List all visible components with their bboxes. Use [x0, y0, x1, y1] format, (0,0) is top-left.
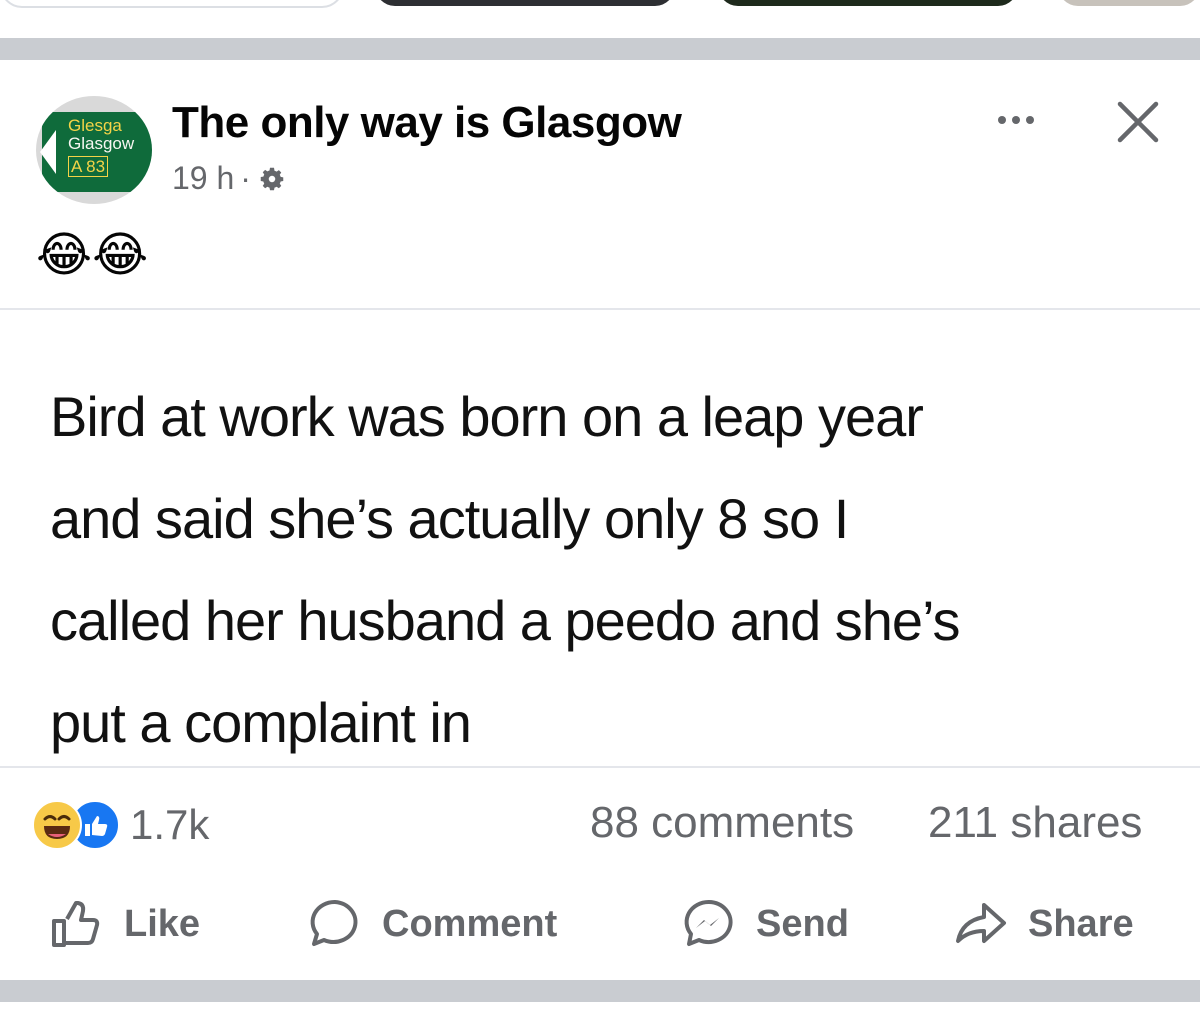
like-button[interactable]: Like — [48, 895, 200, 953]
previous-post-edge — [0, 0, 344, 8]
road-sign-image: Glesga Glasgow A 83 — [40, 112, 152, 192]
post-time[interactable]: 19 h — [172, 160, 234, 197]
image-bottom-divider — [0, 766, 1200, 768]
haha-reaction-icon — [32, 800, 82, 850]
more-icon — [998, 116, 1006, 124]
avatar-sign-line: Glesga — [68, 116, 122, 135]
reaction-count: 1.7k — [130, 801, 210, 848]
share-label: Share — [1028, 902, 1134, 945]
send-label: Send — [756, 902, 849, 945]
comment-icon — [310, 899, 358, 946]
page-avatar[interactable]: Glesga Glasgow A 83 — [36, 96, 152, 204]
post-meta: 19 h · — [172, 160, 287, 197]
share-icon — [956, 903, 1006, 943]
post-image-text[interactable]: Bird at work was born on a leap year and… — [50, 366, 1170, 774]
post-caption: 😂😂 — [36, 229, 149, 282]
comment-button[interactable]: Comment — [306, 895, 557, 953]
previous-story-thumb — [375, 0, 675, 6]
comments-count-link[interactable]: 88 comments — [590, 798, 854, 848]
share-button[interactable]: Share — [952, 895, 1134, 953]
comment-label: Comment — [382, 902, 558, 945]
image-top-divider — [0, 308, 1200, 310]
post-text-line: put a complaint in — [50, 691, 472, 754]
meta-dot: · — [240, 160, 251, 196]
feed-separator — [0, 980, 1200, 1002]
previous-story-thumb — [718, 0, 1018, 6]
next-post-edge — [0, 1002, 1200, 1013]
close-icon[interactable] — [1112, 96, 1164, 148]
avatar-sign-line: Glasgow — [68, 134, 135, 153]
send-button[interactable]: Send — [680, 895, 849, 953]
previous-feed-strip — [0, 0, 1200, 38]
shares-count-link[interactable]: 211 shares — [928, 798, 1142, 848]
previous-story-thumb — [1058, 0, 1200, 6]
gear-icon — [260, 167, 284, 190]
post-text-line: Bird at work was born on a leap year — [50, 385, 924, 448]
like-icon — [52, 901, 100, 947]
post-text-line: called her husband a peedo and she’s — [50, 589, 961, 652]
more-options-button[interactable] — [988, 100, 1044, 140]
like-label: Like — [124, 902, 201, 945]
messenger-icon — [684, 899, 733, 946]
page-name-link[interactable]: The only way is Glasgow — [172, 98, 682, 148]
feed-separator — [0, 38, 1200, 60]
post-text-line: and said she’s actually only 8 so I — [50, 487, 849, 550]
avatar-sign-line: A 83 — [68, 156, 109, 177]
reactions-summary[interactable]: 1.7k — [32, 800, 209, 850]
